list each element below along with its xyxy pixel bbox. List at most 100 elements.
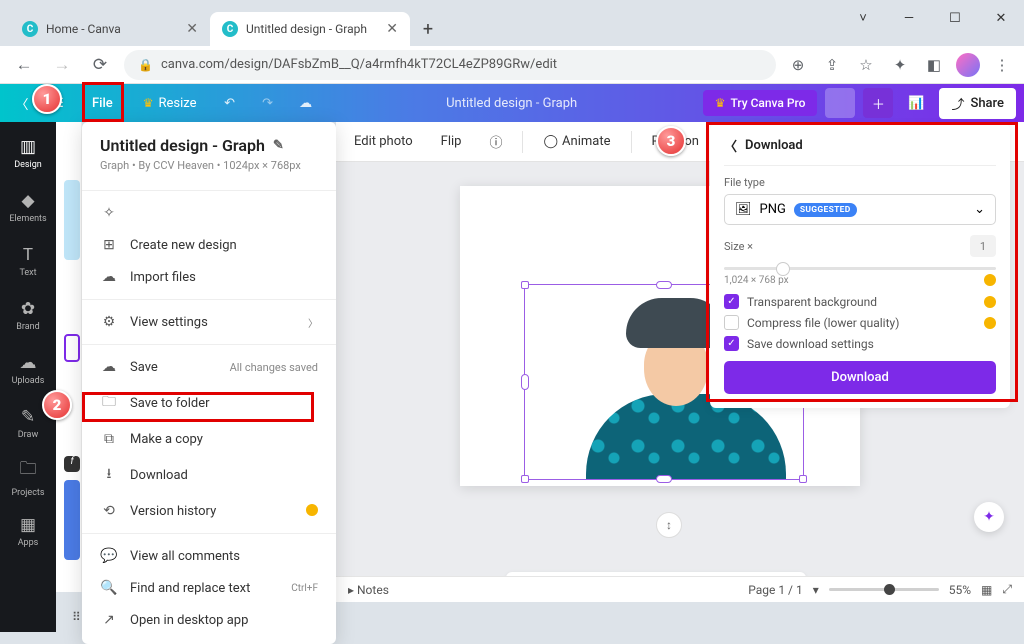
animate-button[interactable]: ◯Animate [535,130,618,153]
brand-icon: ✿ [21,299,35,319]
file-menu: Untitled design - Graph✎ Graph • By CCV … [82,122,336,644]
crown-icon: ♛ [715,96,726,110]
nav-reload-button[interactable]: ⟳ [86,51,114,79]
canva-favicon: C [222,21,238,37]
window-maximize[interactable]: ☐ [932,0,978,36]
transparent-bg-checkbox[interactable]: ✓Transparent background [724,294,996,309]
panel-icon[interactable]: ◧ [922,53,946,77]
bookmark-icon[interactable]: ☆ [854,53,878,77]
page-indicator[interactable]: Page 1 / 1 [748,583,803,597]
view-settings[interactable]: ⚙View settings〉 [82,306,336,338]
browser-tab-0[interactable]: C Home - Canva ✕ [10,12,210,46]
download-panel-title: Download [745,138,803,153]
file-menu-title: Untitled design - Graph✎ [100,136,318,155]
save-settings-checkbox[interactable]: ✓Save download settings [724,336,996,351]
version-history[interactable]: ⟲Version history [82,495,336,527]
flip-button[interactable]: Flip [433,130,470,153]
file-menu-button[interactable]: File [80,90,125,117]
resize-button[interactable]: ♛Resize [133,92,207,115]
size-slider[interactable] [724,267,996,270]
window-close[interactable]: ✕ [978,0,1024,36]
rail-apps[interactable]: ▦Apps [0,504,56,558]
document-title[interactable]: Untitled design - Graph [329,96,695,111]
insights-icon[interactable]: 📊 [901,88,931,118]
size-multiplier[interactable]: 1 [970,235,996,257]
compress-checkbox[interactable]: Compress file (lower quality) [724,315,996,330]
profile-avatar[interactable] [956,53,980,77]
download[interactable]: ⭳Download [82,455,336,495]
try-pro-button[interactable]: ♛Try Canva Pro [703,90,818,116]
grid-view-icon[interactable]: ▦ [981,583,992,597]
pro-badge-icon [984,274,996,286]
url-field[interactable]: 🔒 canva.com/design/DAFsbZmB__Q/a4rmfh4kT… [124,50,776,80]
search-icon[interactable]: ⊕ [786,53,810,77]
nav-forward-button[interactable]: → [48,51,76,79]
fullscreen-icon[interactable]: ⤢ [1002,582,1012,597]
checkbox-checked-icon: ✓ [724,294,739,309]
plus-doc-icon: ⊞ [100,237,118,253]
download-button[interactable]: Download [724,361,996,394]
share-url-icon[interactable]: ⇪ [820,53,844,77]
zoom-slider[interactable] [829,588,939,591]
comment-icon: 💬 [100,548,118,564]
make-copy[interactable]: ⧉Make a copy [82,423,336,455]
magic-switch[interactable]: ✧ [82,197,336,229]
chevron-down-icon[interactable]: ˅ [840,0,886,36]
checkbox-icon [724,315,739,330]
create-new-design[interactable]: ⊞Create new design [82,229,336,261]
close-icon[interactable]: ✕ [386,21,398,37]
cloud-sync-icon[interactable]: ☁ [291,88,321,118]
zoom-value[interactable]: 55% [949,583,971,597]
rail-design[interactable]: ▥Design [0,126,56,180]
add-collaborator-button[interactable]: ＋ [863,88,893,118]
prev-page-icon[interactable]: ▾ [813,583,819,597]
cloud-up-icon: ☁ [100,269,118,285]
canva-favicon: C [22,21,38,37]
rail-text[interactable]: TText [0,234,56,288]
magic-button[interactable]: ✦ [974,502,1004,532]
pencil-icon[interactable]: ✎ [273,138,284,153]
upload-icon: ⤴ [951,94,964,113]
redo-button[interactable]: ↷ [253,88,283,118]
info-icon[interactable]: ⓘ [481,128,510,155]
annotation-callout-1: 1 [32,84,62,114]
save[interactable]: ☁SaveAll changes saved [82,351,336,383]
user-avatar[interactable] [825,88,855,118]
share-button[interactable]: ⤴Share [939,88,1016,119]
open-desktop[interactable]: ↗Open in desktop app [82,604,336,636]
view-comments[interactable]: 💬View all comments [82,540,336,572]
folder-icon: 🗀 [20,456,37,485]
window-minimize[interactable]: — [886,0,932,36]
shortcut-label: Ctrl+F [291,583,318,594]
file-type-value: PNG [760,202,786,217]
nav-back-button[interactable]: ← [10,51,38,79]
chevron-right-icon: 〉 [308,315,318,330]
edit-photo-button[interactable]: Edit photo [346,130,421,153]
find-replace[interactable]: 🔍Find and replace textCtrl+F [82,572,336,604]
new-tab-button[interactable]: + [414,15,442,43]
browser-tab-1[interactable]: C Untitled design - Graph ✕ [210,12,410,46]
rail-uploads[interactable]: ☁Uploads [0,342,56,396]
checkbox-checked-icon: ✓ [724,336,739,351]
folder-icon: 🗀 [100,391,118,415]
close-icon[interactable]: ✕ [186,21,198,37]
kebab-icon[interactable]: ⋮ [990,53,1014,77]
save-to-folder[interactable]: 🗀Save to folder [82,383,336,423]
annotation-callout-2: 2 [42,390,72,420]
layout-icon: ▥ [20,137,36,157]
pro-badge-icon [306,504,318,516]
rail-projects[interactable]: 🗀Projects [0,450,56,504]
chevron-down-icon: ⌄ [974,202,985,217]
extensions-icon[interactable]: ✦ [888,53,912,77]
import-files[interactable]: ☁Import files [82,261,336,293]
history-icon: ⟲ [100,503,118,519]
sync-icon[interactable]: ↕ [656,512,682,538]
notes-button[interactable]: ▸ Notes [348,583,389,597]
rail-elements[interactable]: ◆Elements [0,180,56,234]
left-rail: ▥Design ◆Elements TText ✿Brand ☁Uploads … [0,122,56,632]
download-icon: ⭳ [100,463,118,487]
back-icon[interactable]: 〈 [724,136,737,155]
rail-brand[interactable]: ✿Brand [0,288,56,342]
file-type-select[interactable]: 🖼 PNG SUGGESTED ⌄ [724,194,996,225]
undo-button[interactable]: ↶ [215,88,245,118]
